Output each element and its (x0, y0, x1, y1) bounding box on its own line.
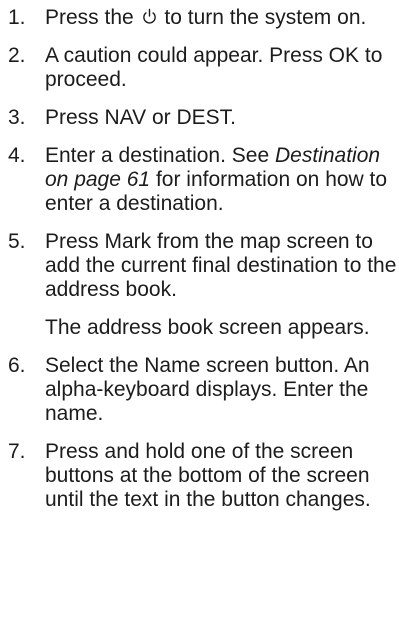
step-5: 5. Press Mark from the map screen to add… (2, 230, 399, 340)
step-text: Press the to turn the system on. (45, 6, 399, 30)
step-number: 3. (8, 106, 26, 129)
manual-page: 1. Press the to turn the system on. 2. A… (0, 0, 399, 641)
step-text-after-icon: to turn the system on. (158, 6, 367, 29)
step-note: The address book screen appears. (45, 316, 370, 339)
step-6: 6. Select the Name screen button. An alp… (2, 354, 399, 426)
step-2: 2. A caution could appear. Press OK to p… (2, 44, 399, 92)
step-text-before-icon: Press the (45, 6, 134, 29)
instruction-steps: 1. Press the to turn the system on. 2. A… (2, 6, 399, 512)
step-number: 4. (8, 144, 26, 167)
step-text: Press NAV or DEST. (45, 106, 236, 129)
step-number: 5. (8, 230, 26, 253)
step-text-before-link: Enter a destination. See (45, 144, 275, 167)
step-number: 7. (8, 440, 26, 463)
power-icon (142, 8, 156, 24)
step-4: 4. Enter a destination. See Destination … (2, 144, 399, 216)
step-text: Press and hold one of the screen buttons… (45, 440, 371, 511)
step-1: 1. Press the to turn the system on. (2, 6, 399, 30)
step-text: Select the Name screen button. An alpha-… (45, 354, 370, 425)
step-number: 1. (8, 6, 26, 29)
step-text: Enter a destination. See Destination on … (45, 144, 399, 216)
step-text: A caution could appear. Press OK to proc… (45, 44, 383, 91)
step-7: 7. Press and hold one of the screen butt… (2, 440, 399, 512)
step-text: Press Mark from the map screen to add th… (45, 230, 397, 301)
step-number: 6. (8, 354, 26, 377)
step-3: 3. Press NAV or DEST. (2, 106, 399, 130)
step-number: 2. (8, 44, 26, 67)
